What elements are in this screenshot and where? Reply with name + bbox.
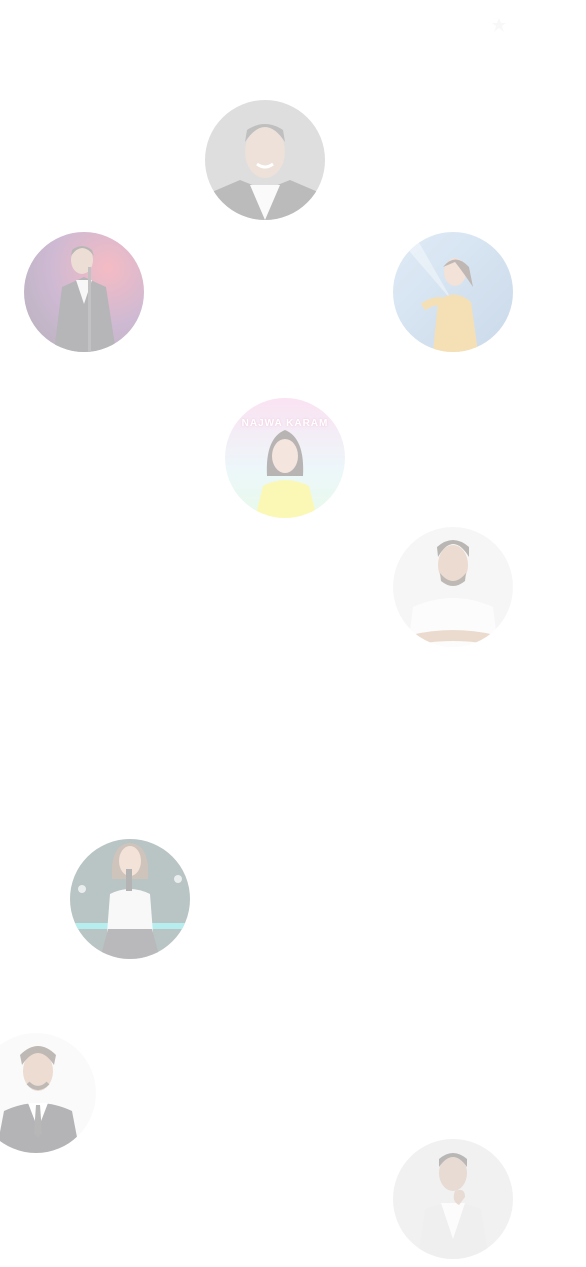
artist-avatar-white-tshirt[interactable] <box>393 527 513 647</box>
artist-photo-yellow-dress <box>393 232 513 352</box>
artist-caption: NAJWA KARAM <box>241 418 329 429</box>
artist-photo-amr-diab <box>205 100 325 220</box>
artist-photo-stage-suit <box>24 232 144 352</box>
artist-photo-najwa-karam <box>225 398 345 518</box>
artist-photo-white-tshirt <box>393 527 513 647</box>
artist-avatar-yellow-dress[interactable] <box>393 232 513 352</box>
artist-avatar-microphone[interactable] <box>70 839 190 959</box>
artist-avatar-cloud: NAJWA KARAM <box>0 0 586 1267</box>
artist-avatar-formal-pose[interactable] <box>393 1139 513 1259</box>
artist-avatar-amr-diab[interactable] <box>205 100 325 220</box>
artist-photo-microphone <box>70 839 190 959</box>
star-icon <box>492 18 506 32</box>
artist-avatar-najwa-karam[interactable]: NAJWA KARAM <box>225 398 345 518</box>
artist-avatar-vest-tie[interactable] <box>0 1033 96 1153</box>
artist-avatar-stage-suit[interactable] <box>24 232 144 352</box>
artist-photo-formal-pose <box>393 1139 513 1259</box>
artist-photo-vest-tie <box>0 1033 96 1153</box>
